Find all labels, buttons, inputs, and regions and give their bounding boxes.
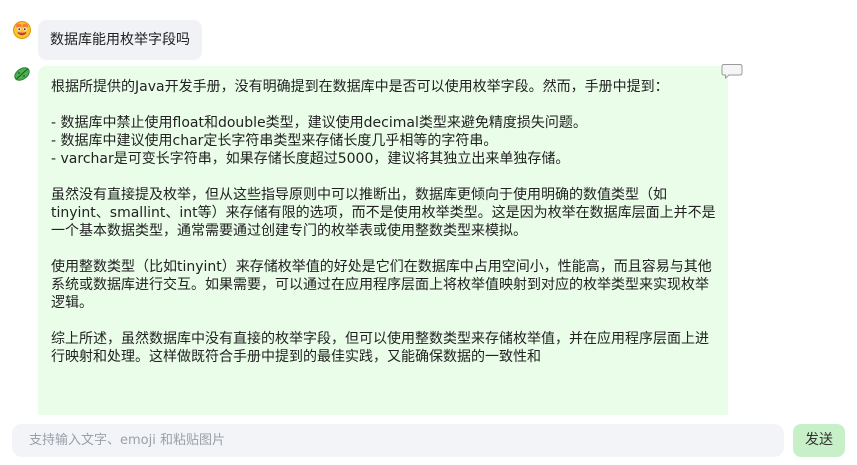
speech-bubble-icon[interactable] xyxy=(720,62,744,80)
bot-message-text: 根据所提供的Java开发手册，没有明确提到在数据库中是否可以使用枚举字段。然而，… xyxy=(51,79,716,365)
user-message-bubble: 数据库能用枚举字段吗 xyxy=(38,20,202,60)
message-input[interactable] xyxy=(29,424,767,457)
send-button[interactable]: 发送 xyxy=(793,424,845,457)
user-avatar-icon xyxy=(12,20,32,40)
user-message-text: 数据库能用枚举字段吗 xyxy=(50,32,190,48)
message-input-container[interactable] xyxy=(12,424,784,457)
chat-area[interactable]: 数据库能用枚举字段吗 根据所提供的Java开发手册，没有明确提到在数据库中是否可… xyxy=(0,0,857,415)
bot-avatar-icon xyxy=(12,64,32,84)
bot-message-bubble: 根据所提供的Java开发手册，没有明确提到在数据库中是否可以使用枚举字段。然而，… xyxy=(38,66,728,415)
